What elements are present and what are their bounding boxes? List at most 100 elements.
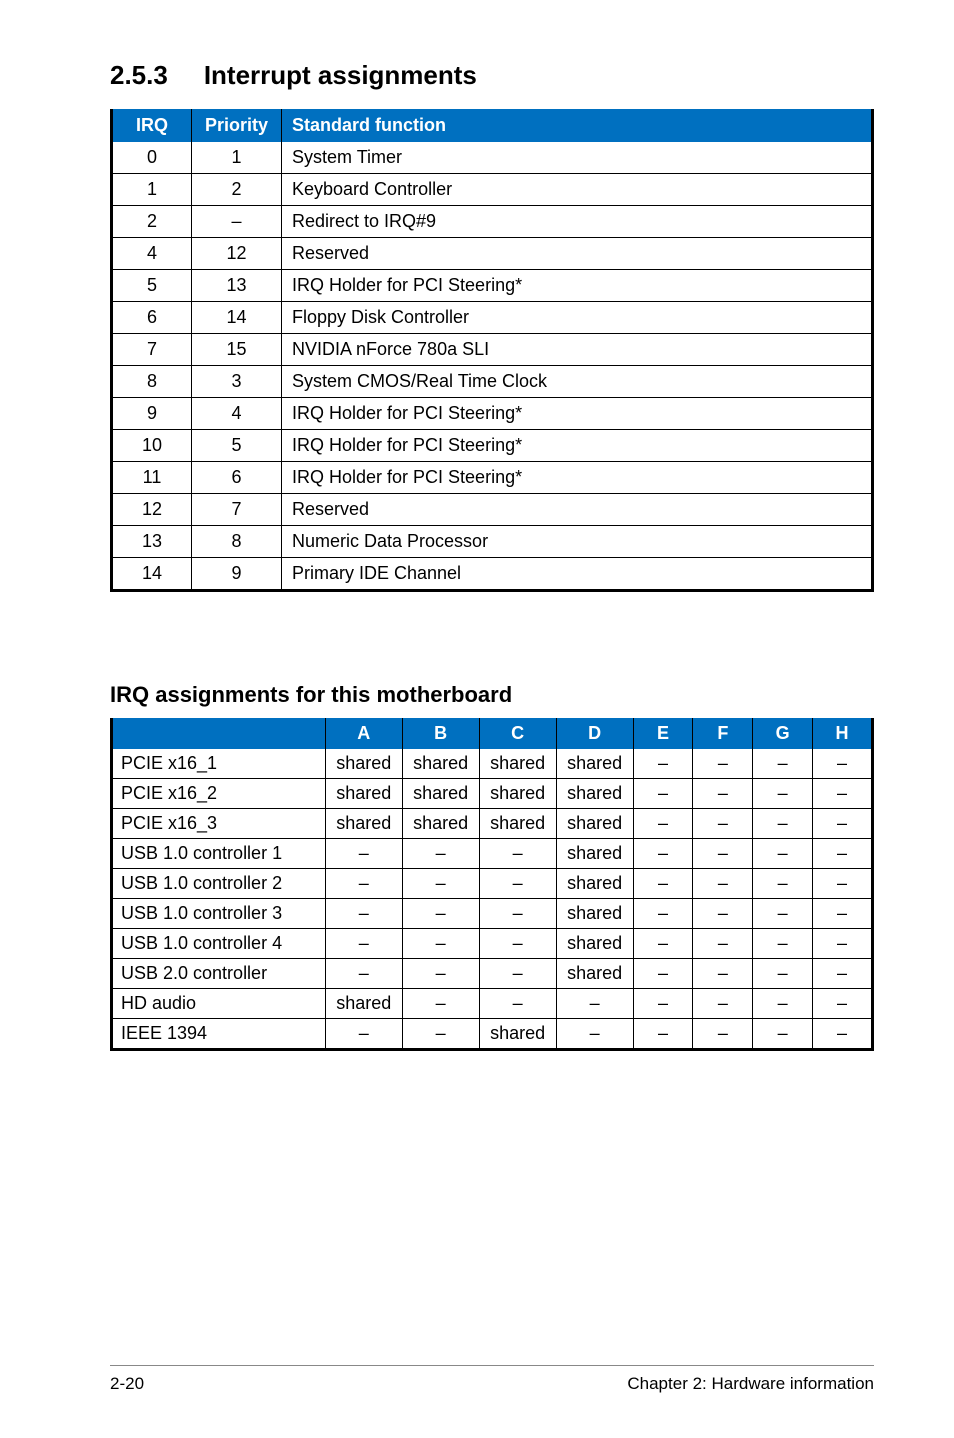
assign-cell: – — [693, 779, 753, 809]
assign-cell: – — [325, 1019, 402, 1050]
device-name-cell: PCIE x16_3 — [112, 809, 326, 839]
assign-cell: – — [479, 989, 556, 1019]
function-cell: IRQ Holder for PCI Steering* — [282, 398, 873, 430]
assign-cell: – — [479, 929, 556, 959]
irq-header-function: Standard function — [282, 109, 873, 142]
assign-cell: – — [753, 809, 813, 839]
assign-cell: shared — [556, 749, 633, 779]
table-row: 127Reserved — [112, 494, 873, 526]
function-cell: IRQ Holder for PCI Steering* — [282, 430, 873, 462]
assign-cell: – — [813, 929, 873, 959]
assign-cell: – — [753, 929, 813, 959]
table-row: 138Numeric Data Processor — [112, 526, 873, 558]
priority-cell: 2 — [192, 174, 282, 206]
assign-cell: shared — [479, 749, 556, 779]
assign-cell: – — [813, 749, 873, 779]
assign-cell: – — [633, 899, 693, 929]
assign-cell: – — [753, 749, 813, 779]
section-number: 2.5.3 — [110, 60, 168, 91]
table-row: 715NVIDIA nForce 780a SLI — [112, 334, 873, 366]
assign-cell: shared — [402, 749, 479, 779]
assign-cell: – — [479, 899, 556, 929]
irq-cell: 11 — [112, 462, 192, 494]
table-row: USB 2.0 controller–––shared–––– — [112, 959, 873, 989]
table-row: 412Reserved — [112, 238, 873, 270]
assign-cell: – — [753, 899, 813, 929]
assign-header-col: D — [556, 718, 633, 749]
footer-page-number: 2-20 — [110, 1374, 144, 1394]
assign-cell: – — [753, 869, 813, 899]
assign-cell: – — [693, 989, 753, 1019]
assign-cell: – — [633, 839, 693, 869]
assign-cell: – — [813, 869, 873, 899]
function-cell: System CMOS/Real Time Clock — [282, 366, 873, 398]
table-row: PCIE x16_1sharedsharedsharedshared–––– — [112, 749, 873, 779]
assign-cell: shared — [556, 779, 633, 809]
irq-cell: 6 — [112, 302, 192, 334]
priority-cell: 13 — [192, 270, 282, 302]
section-title: Interrupt assignments — [204, 60, 477, 91]
assign-cell: – — [556, 989, 633, 1019]
assign-cell: – — [693, 1019, 753, 1050]
priority-cell: 12 — [192, 238, 282, 270]
assign-cell: – — [633, 779, 693, 809]
irq-cell: 14 — [112, 558, 192, 591]
table-row: USB 1.0 controller 1–––shared–––– — [112, 839, 873, 869]
irq-header-irq: IRQ — [112, 109, 192, 142]
assign-cell: – — [813, 1019, 873, 1050]
assign-header-col: H — [813, 718, 873, 749]
device-name-cell: USB 1.0 controller 4 — [112, 929, 326, 959]
priority-cell: 9 — [192, 558, 282, 591]
assign-cell: – — [402, 839, 479, 869]
assign-cell: – — [633, 749, 693, 779]
assign-cell: – — [693, 839, 753, 869]
device-name-cell: PCIE x16_1 — [112, 749, 326, 779]
device-name-cell: HD audio — [112, 989, 326, 1019]
table-row: PCIE x16_3sharedsharedsharedshared–––– — [112, 809, 873, 839]
irq-header-row: IRQ Priority Standard function — [112, 109, 873, 142]
priority-cell: – — [192, 206, 282, 238]
function-cell: Keyboard Controller — [282, 174, 873, 206]
assign-cell: shared — [556, 809, 633, 839]
device-name-cell: USB 1.0 controller 3 — [112, 899, 326, 929]
table-row: 149Primary IDE Channel — [112, 558, 873, 591]
table-row: IEEE 1394––shared––––– — [112, 1019, 873, 1050]
assign-cell: – — [479, 959, 556, 989]
priority-cell: 4 — [192, 398, 282, 430]
table-row: 94IRQ Holder for PCI Steering* — [112, 398, 873, 430]
table-row: 513IRQ Holder for PCI Steering* — [112, 270, 873, 302]
assign-cell: – — [753, 1019, 813, 1050]
assign-header-row: ABCDEFGH — [112, 718, 873, 749]
table-row: 83System CMOS/Real Time Clock — [112, 366, 873, 398]
priority-cell: 3 — [192, 366, 282, 398]
table-row: HD audioshared––––––– — [112, 989, 873, 1019]
assign-cell: – — [325, 839, 402, 869]
function-cell: Reserved — [282, 238, 873, 270]
assign-cell: – — [402, 989, 479, 1019]
assign-cell: shared — [479, 779, 556, 809]
irq-cell: 13 — [112, 526, 192, 558]
assign-header-col: C — [479, 718, 556, 749]
irq-cell: 7 — [112, 334, 192, 366]
section-heading: 2.5.3 Interrupt assignments — [110, 60, 874, 91]
priority-cell: 5 — [192, 430, 282, 462]
irq-table: IRQ Priority Standard function 01System … — [110, 109, 874, 592]
priority-cell: 7 — [192, 494, 282, 526]
assign-cell: – — [325, 869, 402, 899]
assign-cell: shared — [325, 749, 402, 779]
assign-cell: – — [402, 929, 479, 959]
assign-header-col: B — [402, 718, 479, 749]
table-row: 01System Timer — [112, 142, 873, 174]
priority-cell: 14 — [192, 302, 282, 334]
assign-cell: – — [693, 869, 753, 899]
assign-cell: – — [479, 869, 556, 899]
irq-cell: 4 — [112, 238, 192, 270]
assign-cell: – — [753, 959, 813, 989]
assign-cell: shared — [325, 809, 402, 839]
function-cell: Numeric Data Processor — [282, 526, 873, 558]
device-name-cell: PCIE x16_2 — [112, 779, 326, 809]
assign-cell: shared — [402, 809, 479, 839]
assign-cell: – — [813, 809, 873, 839]
function-cell: Redirect to IRQ#9 — [282, 206, 873, 238]
table-row: 12Keyboard Controller — [112, 174, 873, 206]
